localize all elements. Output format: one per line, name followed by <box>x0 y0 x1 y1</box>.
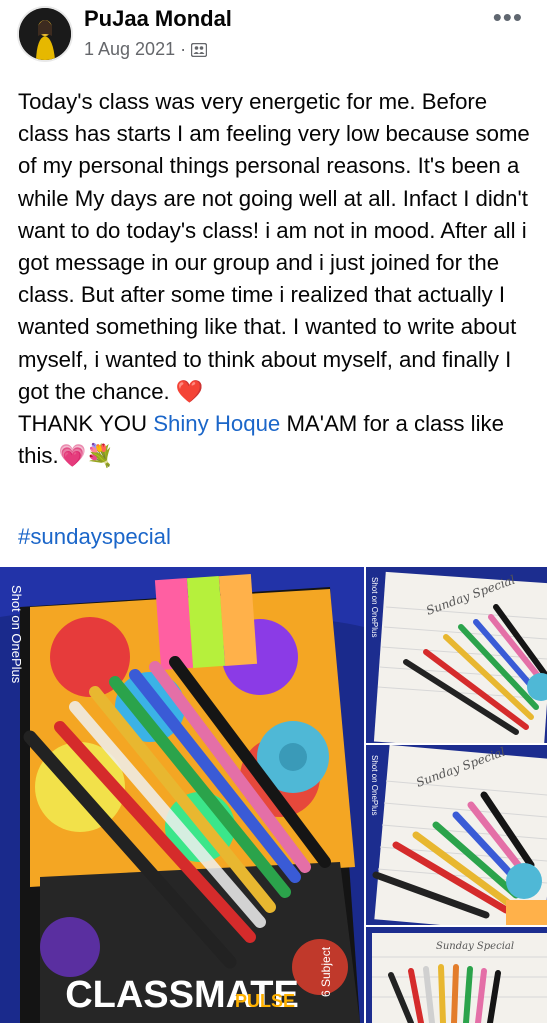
side-watermark-1: Shot on OnePlus <box>370 577 379 637</box>
mention-link[interactable]: Shiny Hoque <box>153 411 280 436</box>
notebook-pens-photo: CLASSMATE PULSE 6 Subject Shot on OnePlu… <box>0 567 364 1023</box>
notebook-photo-4: Sunday Special <box>366 927 547 1023</box>
hashtag-link[interactable]: #sundayspecial <box>18 524 171 549</box>
photo-side-3[interactable]: Sunday Special <box>366 927 547 1023</box>
heart-emoji: ❤️ <box>175 378 204 404</box>
post-paragraph: Today's class was very energetic for me.… <box>18 86 533 408</box>
side-watermark-2: Shot on OnePlus <box>370 755 379 815</box>
author-name[interactable]: PuJaa Mondal <box>84 6 232 32</box>
photo-main[interactable]: CLASSMATE PULSE 6 Subject Shot on OnePlu… <box>0 567 364 1023</box>
side-caption-3: Sunday Special <box>436 941 514 952</box>
post-body: Today's class was very energetic for me.… <box>18 86 533 472</box>
post-text-part1: Today's class was very energetic for me.… <box>18 89 530 404</box>
meta-separator: · <box>180 39 187 59</box>
post-header: PuJaa Mondal 1 Aug 2021 · ••• <box>0 0 547 70</box>
notebook-subject-text: 6 Subject <box>319 946 333 997</box>
post-paragraph-thanks: THANK YOU Shiny Hoque MA'AM for a class … <box>18 408 533 472</box>
notebook-photo-2: Sunday Special Shot on OnePlus <box>366 567 547 743</box>
photo-side-1[interactable]: Sunday Special Shot on OnePlus <box>366 567 547 743</box>
hashtag-line: #sundayspecial <box>18 521 171 553</box>
more-options-icon[interactable]: ••• <box>493 2 523 33</box>
photo-grid: CLASSMATE PULSE 6 Subject Shot on OnePlu… <box>0 567 547 1023</box>
notebook-photo-3: Sunday Special Shot on OnePlus <box>366 745 547 925</box>
post-meta: 1 Aug 2021 · <box>84 39 208 60</box>
post-text-part2: THANK YOU <box>18 411 154 437</box>
main-watermark: Shot on OnePlus <box>9 585 24 684</box>
heart-bouquet-emoji: 💗💐 <box>58 443 114 469</box>
photo-side-2[interactable]: Sunday Special Shot on OnePlus <box>366 745 547 925</box>
post-date[interactable]: 1 Aug 2021 <box>84 39 175 60</box>
notebook-line-text: PULSE <box>235 991 295 1011</box>
friends-icon[interactable] <box>191 42 208 57</box>
author-avatar[interactable] <box>19 8 71 60</box>
avatar-image <box>19 8 71 60</box>
